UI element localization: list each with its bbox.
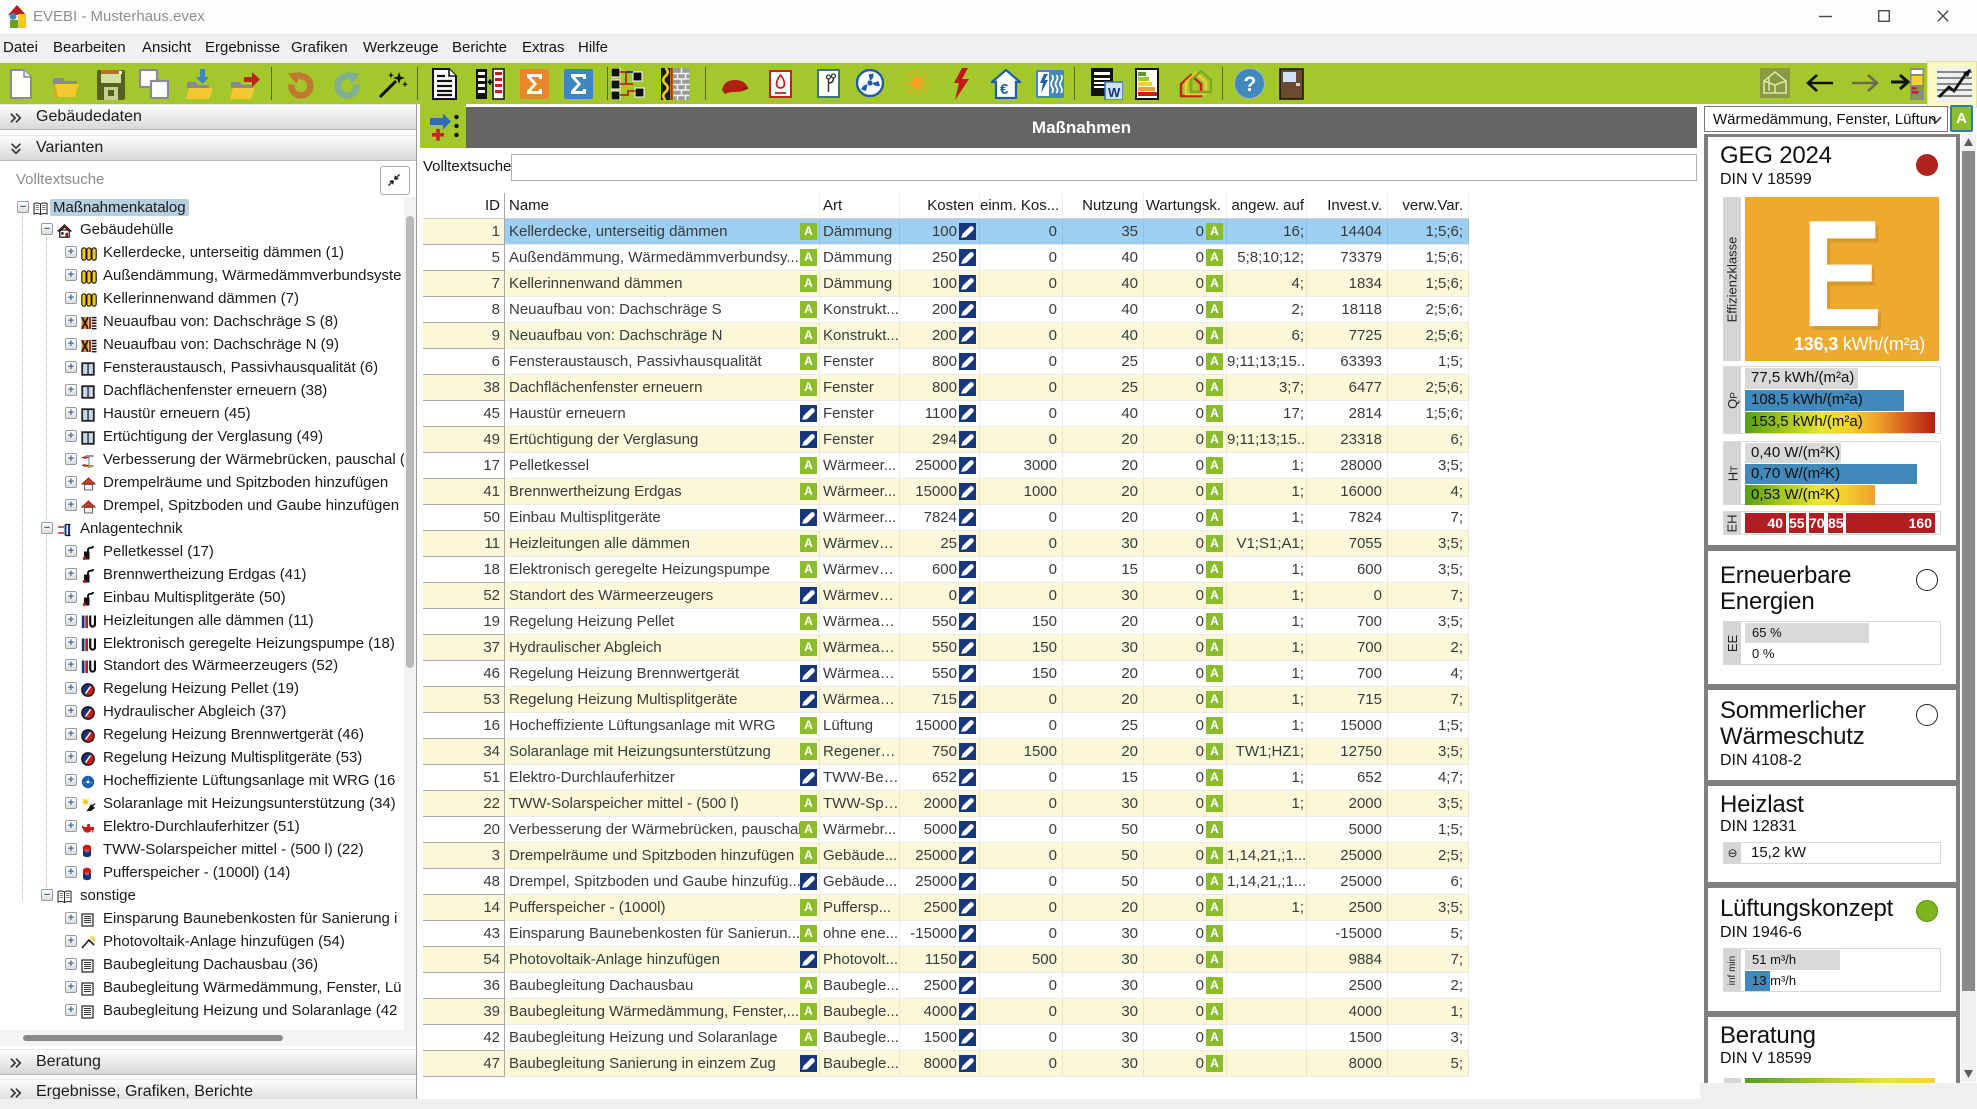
svg-text:W: W <box>1108 85 1121 100</box>
svg-text:?: ? <box>1244 73 1257 96</box>
svg-text:€: € <box>1000 81 1009 98</box>
